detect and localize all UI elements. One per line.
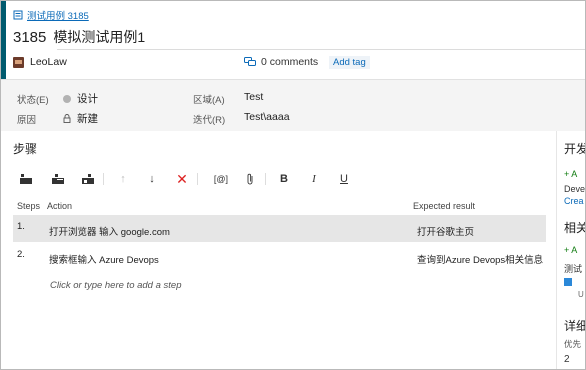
work-item-type-accent-bar <box>1 1 6 79</box>
priority-value[interactable]: 2 <box>564 354 570 365</box>
details-section-title: 详细 <box>564 319 586 333</box>
panel-divider <box>556 131 557 369</box>
breadcrumb-link[interactable]: 测试用例 3185 <box>27 8 89 22</box>
step-number: 2. <box>17 249 25 260</box>
action-column-header: Action <box>47 201 73 211</box>
step-action[interactable]: 搜索框输入 Azure Devops <box>49 252 159 266</box>
related-item-type: 测试 <box>564 264 583 274</box>
insert-step-icon[interactable] <box>19 172 33 186</box>
lock-icon <box>63 114 71 123</box>
iteration-label: 迭代(R) <box>193 115 226 126</box>
comments-link[interactable]: 0 comments <box>244 56 318 68</box>
attachment-icon[interactable] <box>243 172 257 186</box>
insert-shared-steps-icon[interactable] <box>51 172 65 186</box>
title-underline <box>57 49 585 50</box>
related-item-icon <box>564 278 572 286</box>
add-tag-button[interactable]: Add tag <box>329 56 370 69</box>
move-up-icon[interactable]: ↑ <box>116 172 130 186</box>
comments-count: 0 comments <box>261 56 319 68</box>
toolbar-separator <box>265 173 266 185</box>
fields-panel: 状态(E) 设计 原因 新建 区域(A) Test 迭代(R) Test\aaa… <box>1 79 585 131</box>
state-label: 状态(E) <box>17 95 49 106</box>
work-item-title-input[interactable]: 模拟测试用例1 <box>53 27 145 47</box>
add-link-button[interactable]: + A <box>564 169 577 179</box>
state-dot-icon <box>63 94 71 103</box>
area-field[interactable]: Test <box>244 91 263 103</box>
toolbar-separator <box>103 173 104 185</box>
insert-parameter-icon[interactable] <box>81 172 95 186</box>
step-expected[interactable]: 打开谷歌主页 <box>417 224 474 238</box>
expected-column-header: Expected result <box>413 201 476 211</box>
steps-column-header: Steps <box>17 201 41 211</box>
add-step-placeholder[interactable]: Click or type here to add a step <box>50 280 182 291</box>
steps-section-title: 步骤 <box>13 142 38 156</box>
step-action[interactable]: 打开浏览器 输入 google.com <box>49 224 170 238</box>
reason-label: 原因 <box>17 115 37 126</box>
step-number: 1. <box>17 221 25 232</box>
bold-icon[interactable]: B <box>277 172 291 186</box>
create-branch-link[interactable]: Crea <box>564 196 584 206</box>
steps-toolbar: ↑ ↓ ✕ [@] B I U <box>19 171 379 187</box>
breadcrumb: 测试用例 3185 <box>13 8 89 22</box>
test-case-icon <box>13 10 23 20</box>
comments-icon <box>244 57 256 66</box>
reason-value: 新建 <box>77 113 98 125</box>
priority-label: 优先 <box>564 339 582 349</box>
user-name: LeoLaw <box>30 56 67 68</box>
avatar <box>13 56 24 68</box>
related-section-title: 相关 <box>564 221 586 235</box>
related-item-sub: U <box>578 290 584 299</box>
parameter-icon[interactable]: [@] <box>211 172 231 186</box>
state-field[interactable]: 设计 <box>63 91 98 106</box>
iteration-field[interactable]: Test\aaaa <box>244 111 290 123</box>
italic-icon[interactable]: I <box>307 172 321 186</box>
development-section-title: 开发 <box>564 142 586 156</box>
step-expected[interactable]: 查询到Azure Devops相关信息 <box>417 252 543 266</box>
work-item-form: 测试用例 3185 3185 模拟测试用例1 LeoLaw 0 comments… <box>0 0 586 370</box>
move-down-icon[interactable]: ↓ <box>145 172 159 186</box>
title-bar: 3185 模拟测试用例1 <box>13 25 145 49</box>
delete-step-icon[interactable]: ✕ <box>175 171 189 187</box>
area-label: 区域(A) <box>193 95 225 106</box>
state-value: 设计 <box>77 93 98 105</box>
development-text: Deve <box>564 184 586 194</box>
assigned-user[interactable]: LeoLaw <box>13 56 67 68</box>
work-item-id: 3185 <box>13 28 47 46</box>
add-related-link-button[interactable]: + A <box>564 245 577 255</box>
reason-field: 新建 <box>63 111 98 126</box>
table-row[interactable]: 1. 打开浏览器 输入 google.com 打开谷歌主页 <box>13 215 546 242</box>
table-row[interactable]: 2. 搜索框输入 Azure Devops 查询到Azure Devops相关信… <box>13 243 546 270</box>
underline-icon[interactable]: U <box>337 172 351 186</box>
toolbar-separator <box>197 173 198 185</box>
